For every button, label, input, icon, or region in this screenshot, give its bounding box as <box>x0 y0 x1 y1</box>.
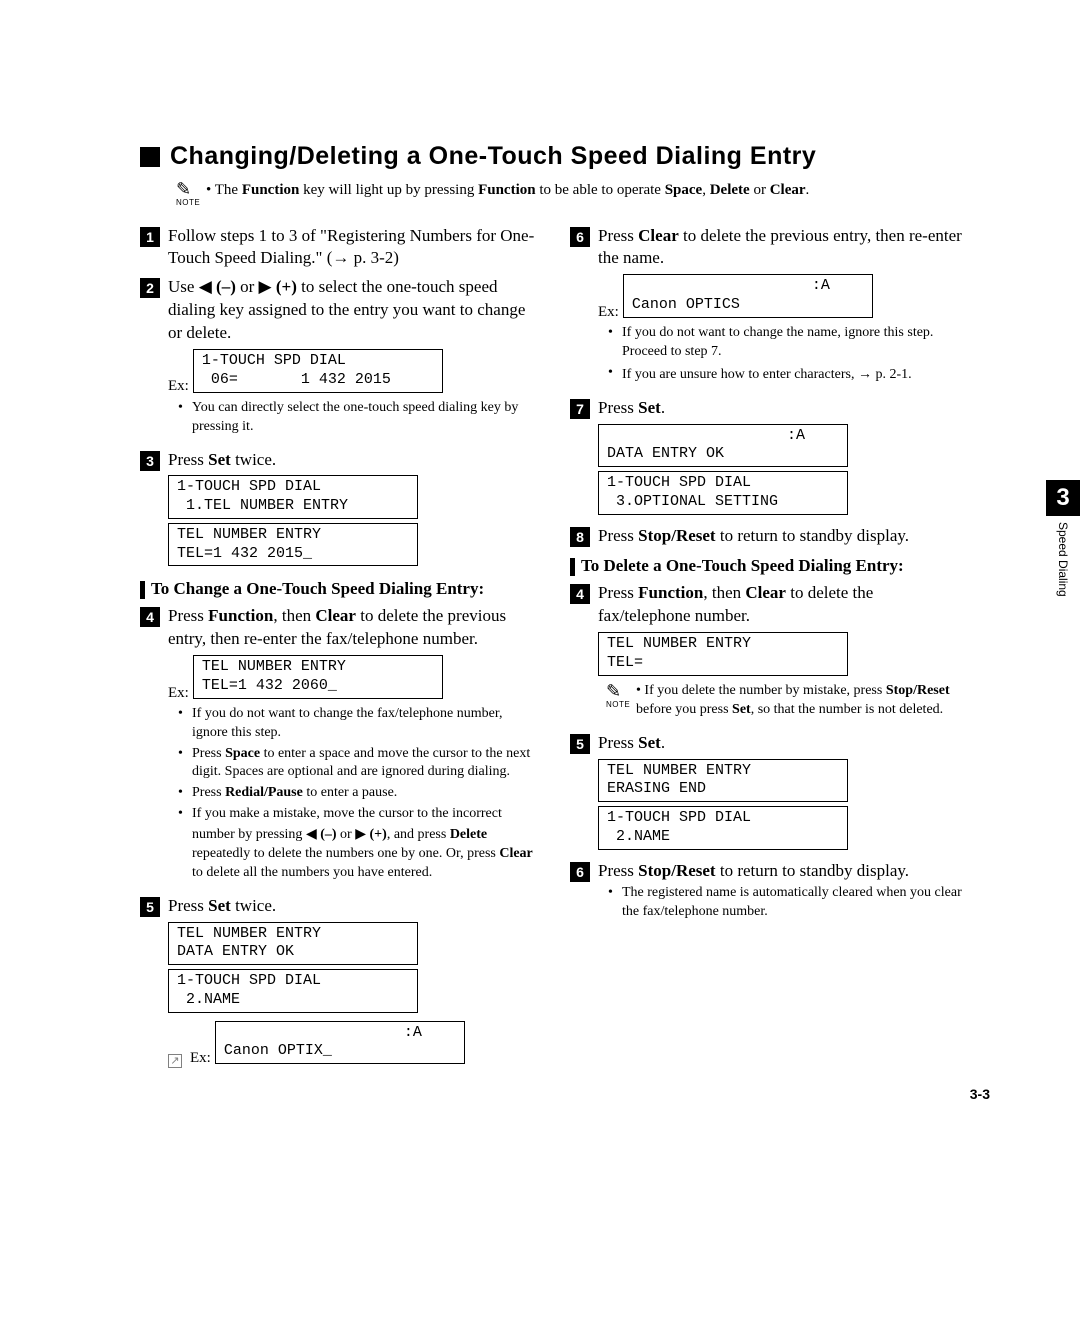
step-7-text: Press Set. :A DATA ENTRY OK 1-TOUCH SPD … <box>598 397 970 519</box>
step-badge-3: 3 <box>140 451 160 471</box>
note-icon: ✎ NOTE <box>606 682 628 711</box>
note-icon: ✎ NOTE <box>176 180 198 209</box>
page-number: 3-3 <box>970 1085 990 1104</box>
step-badge-7: 7 <box>570 399 590 419</box>
lcd-display: 1-TOUCH SPD DIAL 06= 1 432 2015 <box>193 349 443 393</box>
lcd-display: TEL NUMBER ENTRY DATA ENTRY OK <box>168 922 418 966</box>
lcd-display: :A Canon OPTICS <box>623 274 873 318</box>
lcd-display: TEL NUMBER ENTRY TEL=1 432 2060_ <box>193 655 443 699</box>
step-6-text: Press Clear to delete the previous entry… <box>598 225 970 391</box>
step-badge-5: 5 <box>140 897 160 917</box>
lcd-display: 1-TOUCH SPD DIAL 1.TEL NUMBER ENTRY <box>168 475 418 519</box>
lcd-display: :A Canon OPTIX_ <box>215 1021 465 1065</box>
step-badge-8: 8 <box>570 527 590 547</box>
lcd-display: :A DATA ENTRY OK <box>598 424 848 468</box>
step-2-text: Use ◀ (–) or ▶ (+) to select the one-tou… <box>168 276 540 442</box>
step-badge-5b: 5 <box>570 734 590 754</box>
step-badge-2: 2 <box>140 278 160 298</box>
step-5b-text: Press Set. TEL NUMBER ENTRY ERASING END … <box>598 732 970 854</box>
step-1-text: Follow steps 1 to 3 of "Registering Numb… <box>168 225 540 271</box>
step-4b-text: Press Function, then Clear to delete the… <box>598 582 970 725</box>
lcd-display: 1-TOUCH SPD DIAL 2.NAME <box>168 969 418 1013</box>
sub-heading-change: To Change a One-Touch Speed Dialing Entr… <box>140 578 540 601</box>
lcd-display: 1-TOUCH SPD DIAL 3.OPTIONAL SETTING <box>598 471 848 515</box>
left-column: 1 Follow steps 1 to 3 of "Registering Nu… <box>140 225 540 1075</box>
top-note: ✎ NOTE • The Function key will light up … <box>176 180 990 209</box>
lcd-display: TEL NUMBER ENTRY TEL= <box>598 632 848 676</box>
sub-heading-delete: To Delete a One-Touch Speed Dialing Entr… <box>570 555 970 578</box>
step-3-text: Press Set twice. 1-TOUCH SPD DIAL 1.TEL … <box>168 449 540 571</box>
page-heading: Changing/Deleting a One-Touch Speed Dial… <box>170 140 816 174</box>
lcd-display: TEL NUMBER ENTRY ERASING END <box>598 759 848 803</box>
heading-bullet <box>140 147 160 167</box>
step-badge-6: 6 <box>570 227 590 247</box>
step-6b-text: Press Stop/Reset to return to standby di… <box>598 860 970 929</box>
step-5-text: Press Set twice. TEL NUMBER ENTRY DATA E… <box>168 895 540 1068</box>
lcd-display: TEL NUMBER ENTRY TEL=1 432 2015_ <box>168 523 418 567</box>
step-badge-1: 1 <box>140 227 160 247</box>
chapter-tab: 3 Speed Dialing <box>1046 480 1080 600</box>
link-icon[interactable]: ↗ <box>168 1054 182 1068</box>
step-8-text: Press Stop/Reset to return to standby di… <box>598 525 970 548</box>
right-column: 6 Press Clear to delete the previous ent… <box>570 225 970 1075</box>
step-badge-4: 4 <box>140 607 160 627</box>
lcd-display: 1-TOUCH SPD DIAL 2.NAME <box>598 806 848 850</box>
step-4-text: Press Function, then Clear to delete the… <box>168 605 540 888</box>
step-badge-6b: 6 <box>570 862 590 882</box>
step-badge-4b: 4 <box>570 584 590 604</box>
